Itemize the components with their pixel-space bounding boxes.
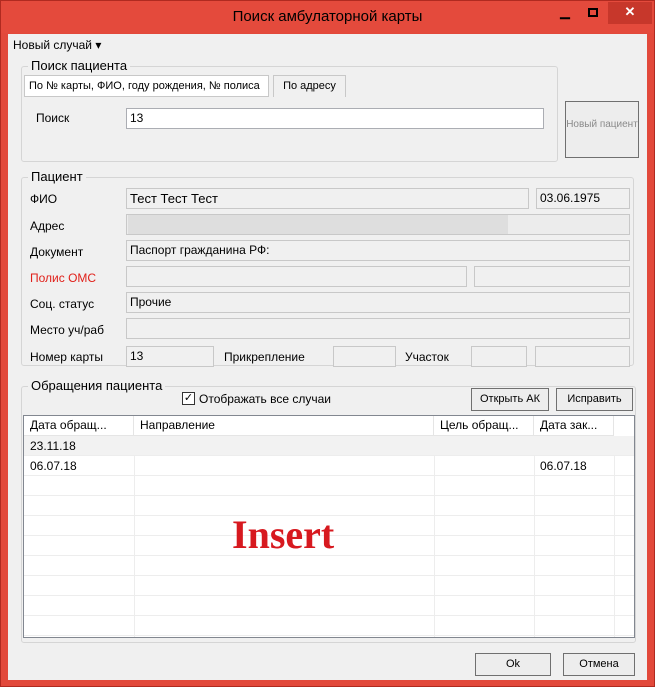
- patient-legend: Пациент: [28, 169, 86, 184]
- minimize-button[interactable]: ▁: [552, 2, 578, 24]
- social-status-label: Соц. статус: [30, 297, 95, 311]
- search-input[interactable]: 13: [126, 108, 544, 129]
- open-ak-button[interactable]: Открыть АК: [471, 388, 549, 411]
- cancel-button[interactable]: Отмена: [563, 653, 635, 676]
- attachment-label: Прикрепление: [224, 350, 305, 364]
- workplace-field: [126, 318, 630, 339]
- visits-legend: Обращения пациента: [28, 378, 166, 393]
- fix-button[interactable]: Исправить: [556, 388, 633, 411]
- card-number-field: 13: [126, 346, 214, 367]
- birth-date-field: 03.06.1975: [536, 188, 630, 209]
- workplace-label: Место уч/раб: [30, 323, 104, 337]
- attachment-field: [333, 346, 396, 367]
- new-patient-button[interactable]: Новый пациент: [565, 101, 639, 158]
- tab-search-by-card[interactable]: По № карты, ФИО, году рождения, № полиса: [24, 75, 269, 97]
- policy-series-field: [126, 266, 467, 287]
- district-field-2: [535, 346, 630, 367]
- address-redaction: [128, 215, 508, 234]
- maximize-button[interactable]: [580, 2, 606, 24]
- address-label: Адрес: [30, 219, 65, 233]
- district-field-1: [471, 346, 527, 367]
- district-label: Участок: [405, 350, 449, 364]
- patient-search-legend: Поиск пациента: [28, 58, 131, 73]
- row-purpose: [434, 436, 534, 456]
- row-direction: [134, 456, 434, 476]
- tab-search-by-address-label: По адресу: [283, 80, 336, 92]
- policy-label: Полис ОМС: [30, 271, 97, 285]
- empty-row: [24, 576, 634, 596]
- maximize-icon: [588, 8, 598, 17]
- new-patient-button-label: Новый пациент: [566, 119, 638, 130]
- column-header-visit-date[interactable]: Дата обращ...: [24, 416, 134, 436]
- new-case-label: Новый случай: [13, 38, 93, 52]
- row-direction: [134, 436, 434, 456]
- dialog-window: Поиск амбулаторной карты ▁ ✕ Новый случа…: [0, 0, 655, 687]
- policy-number-field: [474, 266, 630, 287]
- column-header-purpose[interactable]: Цель обращ...: [434, 416, 534, 436]
- search-label: Поиск: [36, 111, 70, 125]
- document-field: Паспорт гражданина РФ:: [126, 240, 630, 261]
- empty-row: [24, 616, 634, 636]
- row-purpose: [434, 456, 534, 476]
- title-bar[interactable]: Поиск амбулаторной карты ▁ ✕: [1, 1, 654, 33]
- chevron-down-icon: ▾: [95, 38, 102, 52]
- social-status-field: Прочие: [126, 292, 630, 313]
- column-header-direction[interactable]: Направление: [134, 416, 434, 436]
- empty-row: [24, 596, 634, 616]
- empty-row: [24, 556, 634, 576]
- row-close-date: [534, 436, 614, 456]
- table-row[interactable]: 06.07.18 06.07.18: [24, 456, 634, 476]
- show-all-label: Отображать все случаи: [199, 392, 331, 406]
- show-all-checkbox[interactable]: ✓: [182, 392, 195, 405]
- dialog-client: Новый случай ▾ Поиск пациента По № карты…: [8, 34, 647, 680]
- close-button[interactable]: ✕: [608, 2, 652, 24]
- ok-button[interactable]: Ok: [475, 653, 551, 676]
- minimize-icon: ▁: [560, 4, 570, 19]
- row-close-date: 06.07.18: [540, 459, 587, 473]
- table-row[interactable]: 23.11.18: [24, 436, 634, 456]
- tab-search-by-address[interactable]: По адресу: [273, 75, 346, 97]
- tab-search-by-card-label: По № карты, ФИО, году рождения, № полиса: [29, 80, 260, 92]
- close-icon: ✕: [624, 4, 636, 19]
- new-case-menu[interactable]: Новый случай ▾: [13, 38, 101, 52]
- empty-row: [24, 476, 634, 496]
- row-visit-date: 06.07.18: [30, 459, 77, 473]
- column-header-close-date[interactable]: Дата зак...: [534, 416, 614, 436]
- fio-label: ФИО: [30, 192, 58, 206]
- insert-watermark: Insert: [232, 512, 335, 557]
- fio-field: Тест Тест Тест: [126, 188, 529, 209]
- card-number-label: Номер карты: [30, 350, 103, 364]
- document-label: Документ: [30, 245, 84, 259]
- row-visit-date: 23.11.18: [30, 439, 76, 453]
